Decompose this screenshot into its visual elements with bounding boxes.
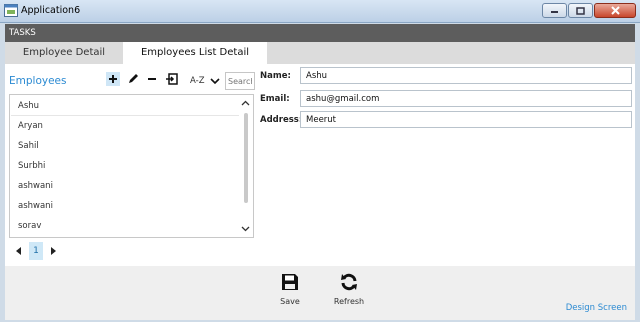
minus-icon[interactable] <box>145 72 159 86</box>
list-item[interactable]: Surbhi <box>11 156 239 176</box>
list-item[interactable]: Aryan <box>11 116 239 136</box>
refresh-icon <box>341 273 357 291</box>
list-item[interactable]: sorav <box>11 216 239 236</box>
page-number[interactable]: 1 <box>29 242 43 260</box>
sort-label[interactable]: A-Z <box>190 76 205 86</box>
scroll-up-icon[interactable] <box>241 99 250 108</box>
address-label: Address: <box>260 115 303 125</box>
address-field[interactable] <box>300 111 632 128</box>
tab-employees-list-detail[interactable]: Employees List Detail <box>123 42 267 64</box>
app-window-icon <box>4 4 18 17</box>
window-title-bar: Application6 <box>0 0 640 23</box>
pager: 1 <box>15 242 57 260</box>
export-icon[interactable] <box>165 72 179 86</box>
refresh-button[interactable]: Refresh <box>324 273 374 306</box>
list-item[interactable]: ashwani <box>11 196 239 216</box>
list-item[interactable]: Sahil <box>11 136 239 156</box>
pencil-icon[interactable] <box>126 72 140 86</box>
search-input[interactable] <box>225 72 255 90</box>
window-title: Application6 <box>21 5 81 16</box>
main-content: Employees A-Z Ashu Aryan Sahil Surbhi as… <box>5 64 635 266</box>
maximize-icon <box>576 6 585 15</box>
employee-list: Ashu Aryan Sahil Surbhi ashwani ashwani … <box>9 94 254 238</box>
refresh-label: Refresh <box>333 297 365 306</box>
scrollbar-thumb[interactable] <box>244 113 248 203</box>
list-item[interactable]: Ashu <box>11 96 239 116</box>
list-item[interactable]: ashwani <box>11 176 239 196</box>
close-icon <box>610 6 620 15</box>
employees-title: Employees <box>9 75 67 87</box>
minimize-icon <box>551 11 558 13</box>
page-prev-icon[interactable] <box>15 247 23 255</box>
design-screen-link[interactable]: Design Screen <box>566 303 627 313</box>
email-field[interactable] <box>300 90 632 107</box>
save-label: Save <box>280 297 300 306</box>
close-button[interactable] <box>594 3 636 18</box>
page-next-icon[interactable] <box>49 247 57 255</box>
maximize-button[interactable] <box>568 3 593 18</box>
name-label: Name: <box>260 71 291 81</box>
email-label: Email: <box>260 94 290 104</box>
scroll-down-icon[interactable] <box>241 224 250 233</box>
tasks-header: TASKS <box>5 24 635 42</box>
tab-bar: Employee Detail Employees List Detail <box>5 42 635 64</box>
plus-icon[interactable] <box>106 72 120 86</box>
chevron-down-icon[interactable] <box>210 76 220 86</box>
tab-employee-detail[interactable]: Employee Detail <box>5 42 123 64</box>
name-field[interactable] <box>300 67 632 84</box>
save-button[interactable]: Save <box>265 273 315 306</box>
floppy-disk-icon <box>282 274 298 290</box>
footer-bar: Save Refresh Design Screen <box>5 266 635 320</box>
minimize-button[interactable] <box>542 3 567 18</box>
